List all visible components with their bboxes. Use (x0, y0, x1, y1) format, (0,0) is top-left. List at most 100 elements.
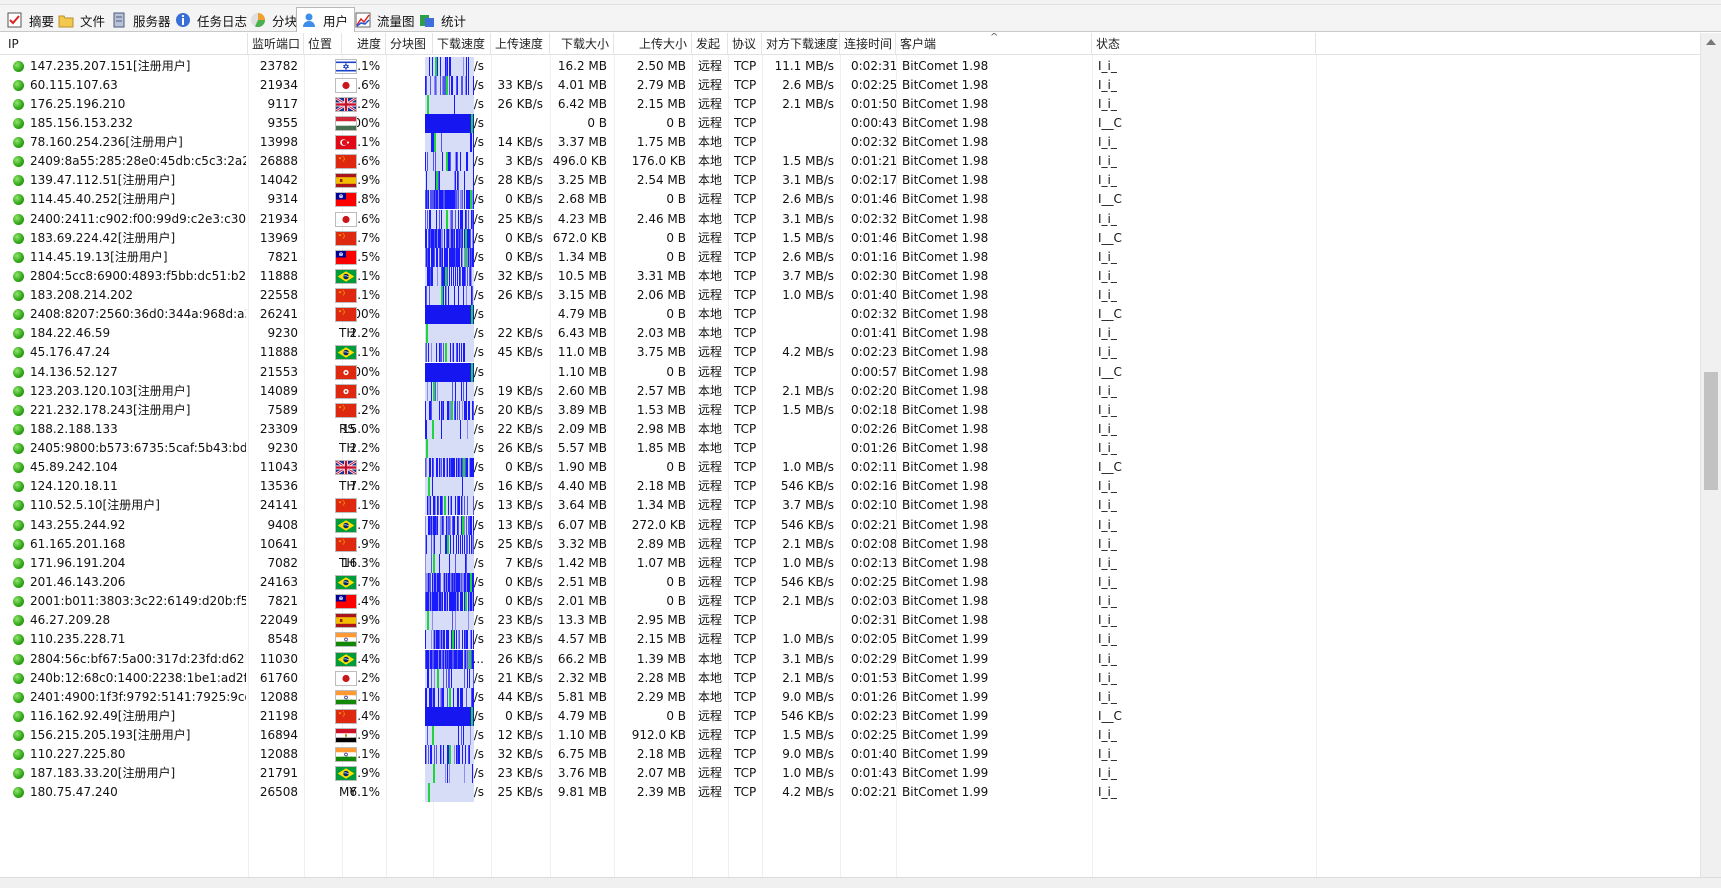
tab-users[interactable]: 用户 (296, 7, 356, 32)
server-icon (111, 12, 127, 28)
peer-uploaded: 0 B (666, 230, 686, 245)
peer-row[interactable]: 2409:8a55:285:28e0:45db:c5c3:2a25:a8... 2… (0, 151, 1700, 172)
peer-row[interactable]: 45.176.47.241188842.1%76 KB/s45 KB/s11.0… (0, 342, 1700, 363)
horizontal-scrollbar[interactable] (0, 877, 1721, 888)
piece-map-segment (431, 553, 432, 573)
col-header-ip[interactable]: IP (4, 33, 248, 55)
peer-row[interactable]: 2405:9800:b573:6735:5caf:5b43:bd04:1... 9… (0, 438, 1700, 459)
peer-connected-time: 0:01:40 (851, 747, 896, 762)
peer-row[interactable]: 187.183.33.20[注册用户]2179117.9%45 KB/s23 K… (0, 763, 1700, 784)
scrollbar-thumb[interactable] (1704, 372, 1718, 490)
peer-row[interactable]: 183.69.224.42[注册用户]1396984.7%5 KB/s0 KB/… (0, 228, 1700, 249)
peer-row[interactable]: 46.27.209.28220494.9%15 KB/s23 KB/s13.3 … (0, 610, 1700, 631)
peer-row[interactable]: 110.227.225.801208852.1%72 KB/s32 KB/s6.… (0, 744, 1700, 765)
peer-row[interactable]: 14.136.52.12721553100%35 KB/s1.10 MB0 B远… (0, 362, 1700, 383)
piece-map-segment (470, 726, 471, 746)
peer-port: 16894 (259, 728, 298, 743)
peer-row[interactable]: 156.215.205.193[注册用户]1689413.9%11 KB/s12… (0, 725, 1700, 746)
piece-map-segment (463, 726, 464, 746)
peer-uploaded: 912.0 KB (631, 728, 686, 743)
peer-upload-speed: 25 KB/s (497, 785, 543, 800)
col-header-dl-speed[interactable]: 下载速度 (433, 33, 491, 55)
peer-client: BitComet 1.99 (902, 651, 989, 666)
peer-connected-time: 0:02:21 (851, 785, 896, 800)
peer-connected-time: 0:01:46 (851, 192, 896, 207)
peer-remote-dl-speed (762, 113, 834, 134)
peer-remote-dl-speed: 3.1 MB/s (782, 651, 834, 666)
peer-row[interactable]: 2401:4900:1f3f:9792:5141:7925:9cda:e3...… (0, 687, 1700, 708)
col-header-protocol[interactable]: 协议 (728, 33, 762, 55)
peer-row[interactable]: 221.232.178.243[注册用户]758955.2%25 KB/s20 … (0, 400, 1700, 421)
peer-port: 21934 (259, 77, 298, 92)
piece-map-segment (449, 764, 450, 784)
peer-row[interactable]: 2804:5cc8:6900:4893:f5bb:dc51:b2b1:9... 1… (0, 266, 1700, 287)
tab-task-log[interactable]: 任务日志 (170, 8, 254, 31)
col-header-peer-dl[interactable]: 对方下载速度 (762, 33, 840, 55)
peer-upload-speed: 0 KB/s (505, 460, 543, 475)
peer-row[interactable]: 45.89.242.1041104381.2%14 KB/s0 KB/s1.90… (0, 457, 1700, 478)
peer-row[interactable]: 61.165.201.1681064146.9%30 KB/s25 KB/s3.… (0, 534, 1700, 555)
peer-row[interactable]: 116.162.92.49[注册用户]2119899.4%36 KB/s0 KB… (0, 706, 1700, 727)
peer-row[interactable]: 123.203.120.103[注册用户]1408918.0%15 KB/s19… (0, 381, 1700, 402)
peer-row[interactable]: 114.45.40.252[注册用户]931494.8%25 KB/s0 KB/… (0, 189, 1700, 210)
peer-row[interactable]: 201.46.143.2062416394.7%10 KB/s0 KB/s2.5… (0, 572, 1700, 593)
peer-row[interactable]: 240b:12:68c0:1400:2238:1be1:ad2f:8c56 617… (0, 668, 1700, 689)
peer-row[interactable]: 185.156.153.2329355100%0 KB/s0 B0 B远程TCP… (0, 113, 1700, 134)
col-header-conn-time[interactable]: 连接时间 (840, 33, 896, 55)
peer-upload-speed: 22 KB/s (497, 326, 543, 341)
col-header-status[interactable]: 状态 (1092, 33, 1316, 55)
col-header-port[interactable]: 监听端口 (248, 33, 304, 55)
peer-row[interactable]: 110.235.228.71854857.7%41 KB/s23 KB/s4.5… (0, 629, 1700, 650)
peer-row[interactable]: 188.2.188.1332330915.0%29 KB/s22 KB/s2.0… (0, 419, 1700, 440)
peer-downloaded: 6.75 MB (557, 747, 607, 762)
tab-statistics[interactable]: 统计 (414, 8, 473, 31)
vertical-scrollbar[interactable] (1700, 33, 1721, 877)
piece-map-segment (441, 209, 442, 229)
col-header-client[interactable]: 客户端 ^ (896, 33, 1092, 55)
country-flag-cn-icon (335, 536, 357, 552)
peer-row[interactable]: 60.115.107.632193444.6%10 KB/s33 KB/s4.0… (0, 75, 1700, 96)
peer-row[interactable]: 78.160.254.236[注册用户]1399818.1%15 KB/s14 … (0, 132, 1700, 153)
peer-protocol: TCP (734, 383, 757, 398)
piece-map-segment (437, 458, 438, 478)
peer-list[interactable]: IP 监听端口 位置 进度 分块图 下载速度 上传速度 下载大小 上传大小 发起… (0, 33, 1700, 877)
peer-row[interactable]: 2001:b011:3803:3c22:6149:d20b:f5b5:b... 7… (0, 591, 1700, 612)
col-header-ul-size[interactable]: 上传大小 (614, 33, 692, 55)
peer-row[interactable]: 2804:56c:bf67:5a00:317d:23fd:d621:5b... 1… (0, 649, 1700, 670)
peer-row[interactable]: 143.255.244.92940879.7%36 KB/s13 KB/s6.0… (0, 515, 1700, 536)
peer-row[interactable]: 2400:2411:c902:f00:99d9:c2e3:c308:3547 21… (0, 209, 1700, 230)
peer-status: I_i_ (1098, 173, 1117, 188)
col-header-ul-speed[interactable]: 上传速度 (491, 33, 550, 55)
piece-map-bar (425, 75, 474, 95)
peer-row[interactable]: 139.47.112.51[注册用户]1404222.9%30 KB/s28 K… (0, 170, 1700, 191)
col-header-location[interactable]: 位置 (304, 33, 342, 55)
piece-map-bar (425, 266, 474, 286)
peer-row[interactable]: 124.120.18.11135367.2%27 KB/s16 KB/s4.40… (0, 476, 1700, 497)
tab-files[interactable]: 文件 (53, 8, 112, 31)
col-header-dl-size[interactable]: 下载大小 (550, 33, 614, 55)
peer-row[interactable]: 147.235.207.151[注册用户]2378222.1%79 KB/s16… (0, 56, 1700, 77)
peer-uploaded: 2.06 MB (636, 288, 686, 303)
tab-traffic-graph[interactable]: 流量图 (350, 8, 422, 31)
peer-connected-time: 0:02:26 (851, 421, 896, 436)
piece-map-segment (473, 534, 474, 554)
col-header-initiator[interactable]: 发起 (692, 33, 728, 55)
piece-map-segment (464, 764, 465, 784)
piece-map-segment (473, 400, 474, 420)
peer-row[interactable]: 171.96.191.204708216.3%8 KB/s7 KB/s1.42 … (0, 553, 1700, 574)
scroll-up-arrow-icon[interactable] (1706, 39, 1716, 45)
peer-row[interactable]: 114.45.19.13[注册用户]782185.5%18 KB/s0 KB/s… (0, 247, 1700, 268)
peer-row[interactable]: 110.52.5.10[注册用户]2414141.1%17 KB/s13 KB/… (0, 495, 1700, 516)
peer-protocol: TCP (734, 154, 757, 169)
col-header-pieces[interactable]: 分块图 (386, 33, 433, 55)
peer-uploaded: 0 B (666, 307, 686, 322)
peer-row[interactable]: 184.22.46.5992302.2%46 KB/s22 KB/s6.43 M… (0, 323, 1700, 344)
country-flag-cn-icon (335, 154, 357, 170)
peer-row[interactable]: 176.25.196.21091173.2%58 KB/s26 KB/s6.42… (0, 94, 1700, 115)
col-header-progress[interactable]: 进度 (342, 33, 386, 55)
peer-row[interactable]: 180.75.47.240265086.1%49 KB/s25 KB/s9.81… (0, 782, 1700, 803)
peer-row[interactable]: 2408:8207:2560:36d0:344a:968d:a348:b... 2… (0, 304, 1700, 325)
piece-map-segment (449, 266, 450, 286)
tab-servers[interactable]: 服务器 (106, 8, 178, 31)
peer-row[interactable]: 183.208.214.2022255835.1%30 KB/s26 KB/s3… (0, 285, 1700, 306)
